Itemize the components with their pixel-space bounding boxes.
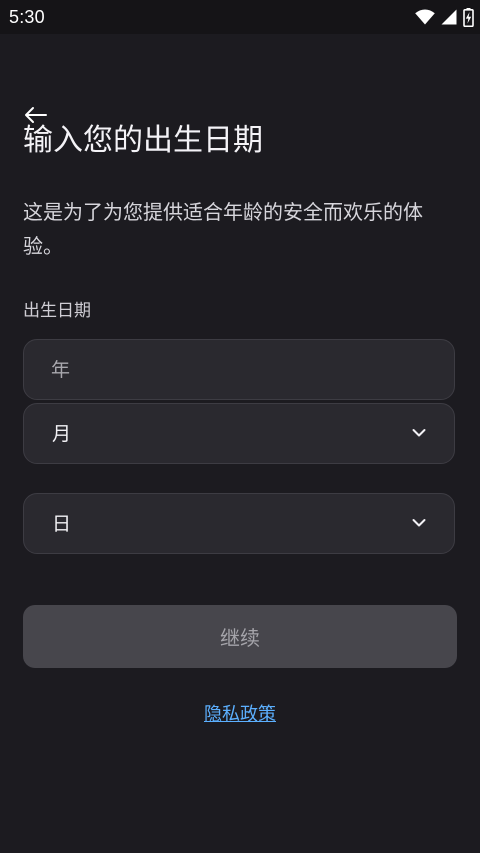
signal-icon	[441, 9, 457, 25]
privacy-policy-link[interactable]: 隐私政策	[204, 704, 276, 725]
birthdate-label: 出生日期	[23, 301, 91, 321]
page-description: 这是为了为您提供适合年龄的安全而欢乐的体验。	[23, 200, 423, 258]
day-select[interactable]: 日	[23, 493, 455, 554]
month-select[interactable]: 月	[23, 403, 455, 464]
page-title: 输入您的出生日期	[23, 123, 263, 158]
battery-charging-icon	[463, 7, 474, 27]
continue-button[interactable]: 继续	[23, 605, 457, 668]
wifi-icon	[415, 9, 435, 25]
month-select-value: 月	[52, 423, 72, 445]
status-time: 5:30	[9, 7, 45, 27]
chevron-down-icon	[412, 519, 426, 527]
chevron-down-icon	[412, 429, 426, 437]
year-input[interactable]	[24, 340, 454, 399]
privacy-link-container: 隐私政策	[0, 702, 480, 728]
year-field[interactable]	[23, 339, 455, 400]
day-select-value: 日	[52, 513, 72, 535]
status-bar: 5:30	[0, 0, 480, 34]
status-icons	[415, 6, 474, 28]
